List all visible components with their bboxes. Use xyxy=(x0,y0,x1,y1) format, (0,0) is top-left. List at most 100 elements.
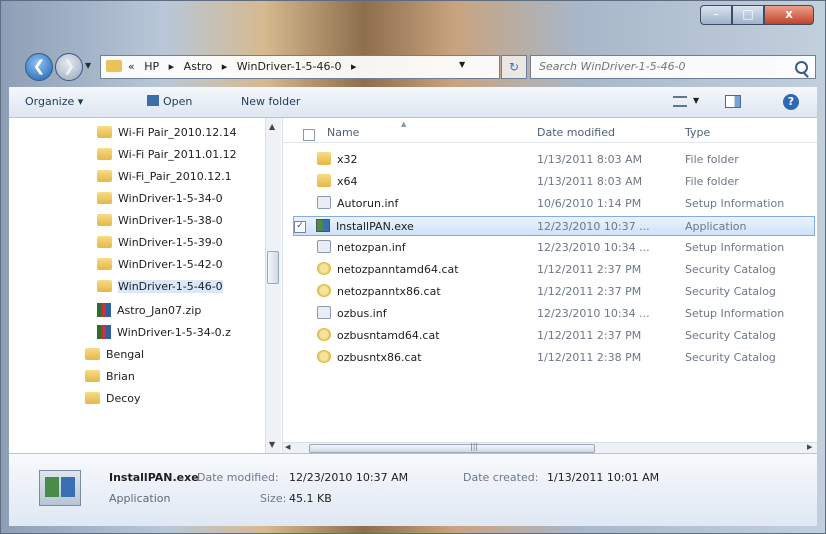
file-row-installpan-exe[interactable]: ✓ InstallPAN.exe 12/23/2010 10:37 ... Ap… xyxy=(293,216,815,236)
search-icon[interactable] xyxy=(795,61,808,74)
file-type: Security Catalog xyxy=(685,329,776,342)
tree-item-brian[interactable]: Brian xyxy=(85,368,135,386)
open-button[interactable]: Open xyxy=(147,95,192,108)
tree-item-windriver-1-5-38-0[interactable]: WinDriver-1-5-38-0 xyxy=(97,212,223,230)
refresh-button[interactable]: ↻ xyxy=(501,55,527,79)
organize-button[interactable]: Organize ▾ xyxy=(25,95,83,108)
recent-pages-dropdown-icon[interactable]: ▼ xyxy=(85,61,91,70)
preview-pane-icon[interactable] xyxy=(725,95,741,108)
file-type: Security Catalog xyxy=(685,285,776,298)
details-pane: InstallPAN.exe Application Date modified… xyxy=(9,453,817,526)
minimize-button[interactable]: – xyxy=(700,5,732,25)
folder-icon xyxy=(106,60,122,72)
file-type: File folder xyxy=(685,175,739,188)
breadcrumb-hp[interactable]: HP xyxy=(144,60,159,73)
tree-item-label: Wi-Fi Pair_2010.12.14 xyxy=(118,126,237,139)
file-list-pane[interactable]: ▲ Name Date modified Type x32 1/13/2011 … xyxy=(283,118,817,454)
select-all-checkbox[interactable] xyxy=(303,129,315,141)
help-icon[interactable]: ? xyxy=(783,94,799,110)
file-row-netozpan-inf[interactable]: netozpan.inf 12/23/2010 10:34 ... Setup … xyxy=(295,238,817,258)
scroll-down-icon[interactable]: ▼ xyxy=(269,440,275,449)
zip-icon xyxy=(97,325,111,339)
tree-item-label: Wi-Fi Pair_2011.01.12 xyxy=(118,148,237,161)
scroll-up-icon[interactable]: ▲ xyxy=(269,122,275,131)
address-bar[interactable]: « HP ▸ Astro ▸ WinDriver-1-5-46-0 ▸ ▼ xyxy=(100,55,500,79)
open-label: Open xyxy=(163,95,193,108)
title-bar[interactable]: – □ x xyxy=(1,1,825,41)
file-type: Security Catalog xyxy=(685,351,776,364)
folder-icon xyxy=(317,174,331,187)
row-checkbox[interactable]: ✓ xyxy=(294,221,306,233)
file-date: 1/13/2011 8:03 AM xyxy=(537,175,643,188)
tree-item-windriver-1-5-34-0-zip[interactable]: WinDriver-1-5-34-0.z xyxy=(97,324,231,342)
scrollbar-thumb[interactable] xyxy=(267,251,279,284)
file-date: 1/12/2011 2:37 PM xyxy=(537,329,642,342)
address-dropdown-icon[interactable]: ▼ xyxy=(459,60,465,69)
column-header-date-modified[interactable]: Date modified xyxy=(537,126,615,139)
file-row-ozbusntx86-cat[interactable]: ozbusntx86.cat 1/12/2011 2:38 PM Securit… xyxy=(295,348,817,368)
folder-icon xyxy=(97,192,112,204)
breadcrumb-windriver[interactable]: WinDriver-1-5-46-0 xyxy=(237,60,342,73)
navigation-pane[interactable]: Wi-Fi Pair_2010.12.14 Wi-Fi Pair_2011.01… xyxy=(9,118,283,453)
tree-item-label: Wi-Fi_Pair_2010.12.1 xyxy=(118,170,232,183)
file-row-netozpanntamd64-cat[interactable]: netozpanntamd64.cat 1/12/2011 2:37 PM Se… xyxy=(295,260,817,280)
tree-item-windriver-1-5-42-0[interactable]: WinDriver-1-5-42-0 xyxy=(97,256,223,274)
security-catalog-icon xyxy=(317,328,331,341)
file-row-netozpanntx86-cat[interactable]: netozpanntx86.cat 1/12/2011 2:37 PM Secu… xyxy=(295,282,817,302)
file-row-autorun-inf[interactable]: Autorun.inf 10/6/2010 1:14 PM Setup Info… xyxy=(295,194,817,214)
breadcrumb-astro[interactable]: Astro xyxy=(184,60,213,73)
details-file-name: InstallPAN.exe xyxy=(109,471,199,484)
tree-item-astro-jan07-zip[interactable]: Astro_Jan07.zip xyxy=(97,302,201,320)
search-input[interactable] xyxy=(537,59,781,74)
file-name-cell: x64 xyxy=(317,172,358,192)
column-header-type[interactable]: Type xyxy=(685,126,710,139)
scroll-left-icon[interactable]: ◀ xyxy=(285,443,290,451)
tree-item-wifi-pair-2010-12-14[interactable]: Wi-Fi Pair_2010.12.14 xyxy=(97,124,237,142)
close-button[interactable]: x xyxy=(764,5,814,25)
file-name: InstallPAN.exe xyxy=(336,220,414,233)
file-row-ozbus-inf[interactable]: ozbus.inf 12/23/2010 10:34 ... Setup Inf… xyxy=(295,304,817,324)
setup-file-icon xyxy=(317,306,331,319)
file-row-x64[interactable]: x64 1/13/2011 8:03 AM File folder xyxy=(295,172,817,192)
scroll-right-icon[interactable]: ▶ xyxy=(807,443,812,451)
tree-item-wifi-pair-2010-12-1[interactable]: Wi-Fi_Pair_2010.12.1 xyxy=(97,168,232,186)
new-folder-button[interactable]: New folder xyxy=(241,95,300,108)
folder-icon xyxy=(85,392,100,404)
file-name-cell: ozbusntx86.cat xyxy=(317,348,422,368)
view-options-dropdown-icon[interactable]: ▼ xyxy=(693,96,699,105)
tree-item-bengal[interactable]: Bengal xyxy=(85,346,144,364)
nav-pane-scrollbar[interactable]: ▲ ▼ xyxy=(265,118,281,453)
file-name: netozpanntamd64.cat xyxy=(337,263,459,276)
file-row-x32[interactable]: x32 1/13/2011 8:03 AM File folder xyxy=(295,150,817,170)
folder-icon xyxy=(85,348,100,360)
forward-button[interactable]: ❯ xyxy=(55,53,83,81)
column-header-name[interactable]: Name xyxy=(327,126,359,139)
tree-item-decoy[interactable]: Decoy xyxy=(85,390,141,408)
tree-item-label: WinDriver-1-5-42-0 xyxy=(118,258,223,271)
breadcrumb-separator[interactable]: ▸ xyxy=(222,60,228,73)
folder-icon xyxy=(97,170,112,182)
details-size: 45.1 KB xyxy=(289,492,332,505)
file-date: 10/6/2010 1:14 PM xyxy=(537,197,642,210)
setup-file-icon xyxy=(317,240,331,253)
maximize-button[interactable]: □ xyxy=(732,5,764,25)
tree-item-windriver-1-5-34-0[interactable]: WinDriver-1-5-34-0 xyxy=(97,190,223,208)
breadcrumb-overflow[interactable]: « xyxy=(128,60,135,73)
tree-item-label: Decoy xyxy=(106,392,141,405)
search-box[interactable] xyxy=(530,55,816,79)
file-name: x32 xyxy=(337,153,358,166)
breadcrumb-separator[interactable]: ▸ xyxy=(169,60,175,73)
tree-item-label: WinDriver-1-5-34-0.z xyxy=(117,326,231,339)
change-view-icon[interactable] xyxy=(673,96,687,107)
back-button[interactable]: ❮ xyxy=(25,53,53,81)
tree-item-wifi-pair-2011-01-12[interactable]: Wi-Fi Pair_2011.01.12 xyxy=(97,146,237,164)
breadcrumb-separator[interactable]: ▸ xyxy=(351,60,357,73)
tree-item-windriver-1-5-39-0[interactable]: WinDriver-1-5-39-0 xyxy=(97,234,223,252)
scrollbar-thumb[interactable]: ||| xyxy=(309,442,595,453)
file-date: 12/23/2010 10:37 ... xyxy=(537,220,650,233)
grip-icon: ||| xyxy=(470,442,479,451)
tree-item-windriver-1-5-46-0[interactable]: WinDriver-1-5-46-0 xyxy=(97,278,223,296)
open-icon xyxy=(147,95,159,106)
file-date: 1/13/2011 8:03 AM xyxy=(537,153,643,166)
file-row-ozbusntamd64-cat[interactable]: ozbusntamd64.cat 1/12/2011 2:37 PM Secur… xyxy=(295,326,817,346)
